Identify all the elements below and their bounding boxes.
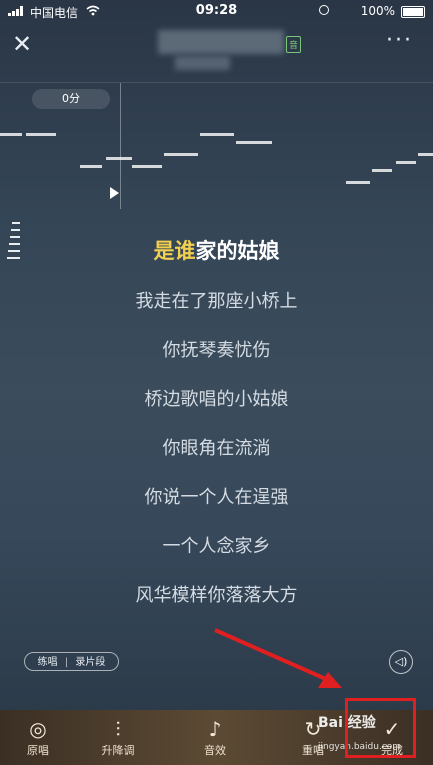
separator: | [64, 657, 69, 668]
tab-original-vocal[interactable]: ◎ 原唱 [8, 710, 68, 765]
practice-button[interactable]: 练唱 [38, 657, 58, 668]
hq-badge: 音 [286, 36, 302, 53]
pitch-note [418, 153, 433, 156]
pitch-note [132, 165, 162, 168]
sound-effect-icon: ♪ [208, 717, 222, 741]
pitch-note [396, 161, 416, 164]
pitch-note [80, 165, 102, 168]
pitch-note [200, 133, 234, 136]
tab-key-change[interactable]: ⫶ 升降调 [88, 710, 148, 765]
record-segment-button[interactable]: 录片段 [75, 657, 105, 668]
pitch-note [372, 169, 392, 172]
annotation-highlight-box [345, 698, 416, 758]
close-icon[interactable]: ✕ [12, 32, 32, 56]
tab-label: 音效 [204, 744, 226, 757]
lyric-line: 你抚琴奏忧伤 [162, 340, 271, 361]
timeline-marker [120, 83, 121, 209]
tab-label: 原唱 [27, 744, 49, 757]
lyric-line: 你眼角在流淌 [162, 438, 271, 459]
disc-icon: ◎ [29, 717, 47, 741]
pitch-note [164, 153, 198, 156]
tab-sound-effect[interactable]: ♪ 音效 [185, 710, 245, 765]
sliders-icon: ⫶ [115, 717, 121, 741]
battery-icon [401, 6, 425, 18]
unsung-portion: 家的姑娘 [195, 239, 280, 263]
artist-blurred [175, 56, 230, 70]
rotation-lock-icon [319, 5, 329, 15]
song-title-blurred [158, 30, 284, 54]
pitch-note [346, 181, 370, 184]
lyric-line: 桥边歌唱的小姑娘 [144, 389, 289, 410]
pitch-track: 0分 [0, 82, 433, 209]
score-label: 0分 [32, 89, 110, 109]
lyric-line: 你说一个人在逞强 [144, 487, 289, 508]
pitch-note [26, 133, 56, 136]
lyric-line: 我走在了那座小桥上 [135, 291, 298, 312]
tab-label: 升降调 [101, 744, 135, 757]
status-bar: 中国电信 09:28 100% [0, 0, 433, 22]
pitch-note [106, 157, 132, 160]
playhead-icon [110, 187, 119, 199]
pitch-note [0, 133, 22, 136]
sung-portion: 是谁 [153, 239, 196, 263]
more-icon[interactable]: ··· [386, 30, 413, 52]
lyric-line: 风华模样你落落大方 [135, 585, 298, 606]
current-lyric-line: 是谁家的姑娘 [0, 235, 433, 265]
speaker-icon[interactable]: ◁) [389, 650, 413, 674]
practice-segment-toggle[interactable]: 练唱 | 录片段 [24, 652, 119, 671]
pitch-note [236, 141, 272, 144]
battery-percentage: 100% [360, 4, 395, 18]
top-bar: ✕ 音 ··· [0, 22, 433, 72]
lyric-line: 一个人念家乡 [162, 536, 271, 557]
